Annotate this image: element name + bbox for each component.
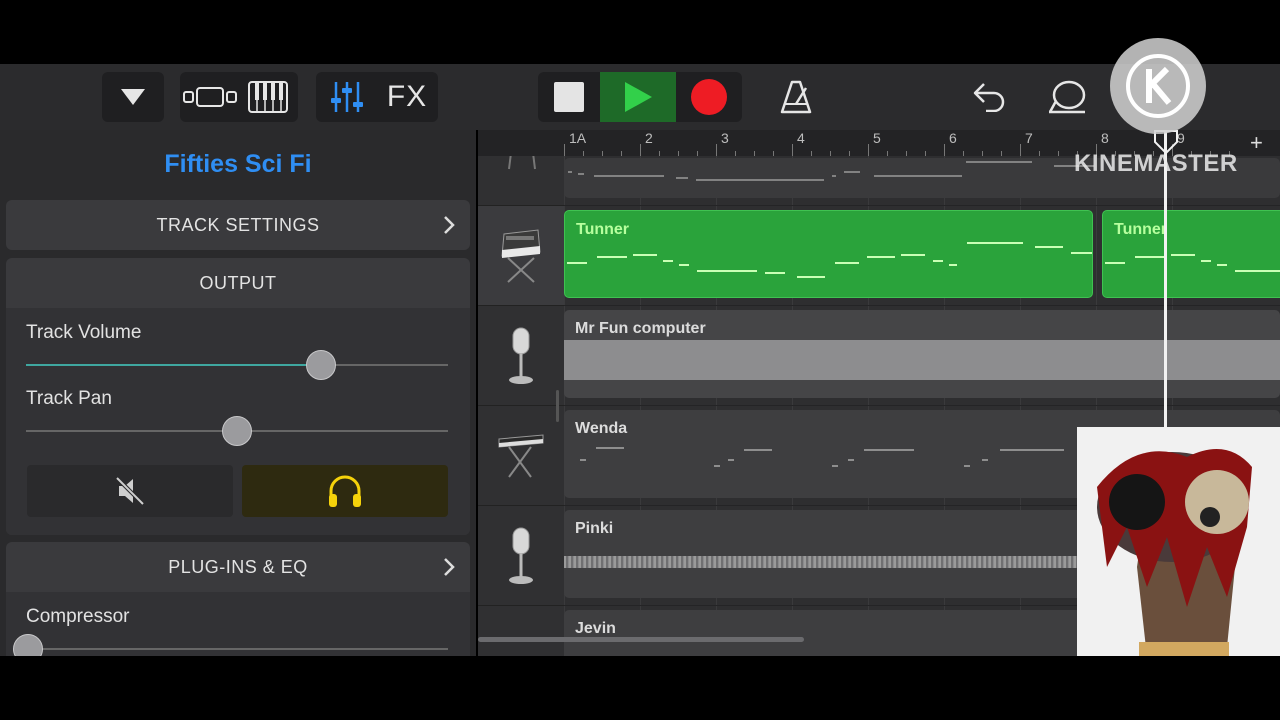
ruler-tick xyxy=(1020,144,1021,156)
track-lane-tunner[interactable]: Tunner Tunner xyxy=(564,206,1280,306)
mixer-sliders-icon xyxy=(331,82,363,112)
compressor-body: Compressor xyxy=(6,592,470,656)
audio-waveform xyxy=(564,340,1280,380)
undo-button[interactable] xyxy=(968,72,1010,122)
stop-button[interactable] xyxy=(538,72,600,122)
loop-browser-button[interactable] xyxy=(1046,72,1088,122)
track-controls-panel: Fifties Sci Fi TRACK SETTINGS OUTPUT Tra… xyxy=(0,130,476,656)
plugins-eq-section: PLUG-INS & EQ Compressor xyxy=(6,542,470,656)
loop-icon xyxy=(1048,80,1086,114)
track-pan-label: Track Pan xyxy=(26,388,112,409)
ruler-tick xyxy=(564,144,565,156)
track-lane-mr-fun-computer[interactable]: Mr Fun computer xyxy=(564,306,1280,406)
horizontal-scrollbar[interactable] xyxy=(478,637,804,642)
ruler-bar-number: 1A xyxy=(569,130,587,146)
mute-button[interactable] xyxy=(27,465,233,517)
ruler-bar-number: 4 xyxy=(797,130,805,146)
triangle-down-icon xyxy=(121,89,145,105)
ruler-tick xyxy=(792,144,793,156)
output-label: OUTPUT xyxy=(199,272,277,293)
play-button[interactable] xyxy=(600,72,676,122)
speaker-muted-icon xyxy=(115,476,145,506)
track-headers xyxy=(478,156,564,656)
midi-notes xyxy=(567,242,1092,278)
output-header: OUTPUT xyxy=(6,258,470,308)
ruler-bar-number: 2 xyxy=(645,130,653,146)
keyboard-icon xyxy=(499,641,543,657)
metronome-button[interactable] xyxy=(776,72,816,122)
track-header-jevin[interactable] xyxy=(478,606,564,656)
metronome-icon xyxy=(780,80,812,114)
ruler-bar-number: 9 xyxy=(1177,130,1185,146)
region-tunner-2[interactable]: Tunner xyxy=(1102,210,1280,298)
track-pan-knob[interactable] xyxy=(222,416,252,446)
output-body: Track Volume Track Pan xyxy=(6,308,470,535)
plugins-eq-row[interactable]: PLUG-INS & EQ xyxy=(6,542,470,592)
track-header-mr-fun-computer[interactable] xyxy=(478,306,564,406)
track-volume-fill xyxy=(26,364,322,366)
ruler-tick xyxy=(640,144,641,156)
add-section-button[interactable]: + xyxy=(1250,130,1263,156)
track-header-tunner[interactable] xyxy=(478,206,564,306)
pedal-steel-icon xyxy=(508,156,536,169)
plugins-eq-label: PLUG-INS & EQ xyxy=(168,556,308,577)
track-header-pedal-steel[interactable] xyxy=(478,156,564,206)
microphone-icon xyxy=(509,327,533,384)
track-volume-knob[interactable] xyxy=(306,350,337,380)
microphone-icon xyxy=(509,527,533,584)
compressor-knob[interactable] xyxy=(13,634,43,656)
letterbox-top xyxy=(0,0,1280,64)
tracks-view-icon xyxy=(183,87,237,107)
ruler-bar-number: 8 xyxy=(1101,130,1109,146)
synth-keyboard-icon xyxy=(501,228,541,283)
ruler-tick xyxy=(944,144,945,156)
mixer-fx-group: FX xyxy=(316,72,438,122)
track-header-wenda[interactable] xyxy=(478,406,564,506)
region-label: Mr Fun computer xyxy=(575,320,706,337)
track-header-pinki[interactable] xyxy=(478,506,564,606)
region-tunner[interactable]: Tunner xyxy=(564,210,1093,298)
my-songs-button[interactable] xyxy=(102,72,164,122)
stop-icon xyxy=(554,82,584,112)
mixer-button[interactable] xyxy=(317,72,377,122)
track-settings-label: TRACK SETTINGS xyxy=(156,214,320,235)
undo-icon xyxy=(973,83,1005,112)
piano-keyboard-button[interactable] xyxy=(239,72,297,122)
ruler-bar-number: 6 xyxy=(949,130,957,146)
view-toggle-group xyxy=(180,72,298,122)
record-button[interactable] xyxy=(676,72,742,122)
ruler-tick xyxy=(716,144,717,156)
letterbox-bottom xyxy=(0,656,1280,720)
kinemaster-watermark: KINEMASTER xyxy=(1074,150,1238,177)
play-icon xyxy=(625,82,652,112)
headphones-icon xyxy=(329,475,361,507)
record-icon xyxy=(691,79,727,115)
chevron-right-icon xyxy=(444,558,455,576)
tracks-view-button[interactable] xyxy=(181,72,239,122)
compressor-slider[interactable] xyxy=(26,648,448,650)
track-volume-label: Track Volume xyxy=(26,322,142,343)
midi-notes xyxy=(1105,254,1280,272)
control-bar: FX xyxy=(0,64,1280,130)
output-section: OUTPUT Track Volume Track Pan xyxy=(6,258,470,535)
track-name-title: Fifties Sci Fi xyxy=(164,150,312,178)
kinemaster-logo xyxy=(1110,38,1206,134)
solo-button[interactable] xyxy=(242,465,448,517)
chevron-right-icon xyxy=(444,216,455,234)
region-label: Jevin xyxy=(575,620,616,637)
ruler-bar-number: 3 xyxy=(721,130,729,146)
ruler-bar-number: 7 xyxy=(1025,130,1033,146)
piano-icon xyxy=(248,81,288,113)
vertical-scrollbar[interactable] xyxy=(556,390,559,422)
ruler-tick xyxy=(868,144,869,156)
region-mr-fun-computer[interactable]: Mr Fun computer xyxy=(564,310,1280,398)
compressor-label: Compressor xyxy=(26,606,130,627)
transport-group xyxy=(538,72,742,122)
keyboard-stand-icon xyxy=(498,433,544,478)
region-label: Pinki xyxy=(575,520,614,537)
track-settings-row[interactable]: TRACK SETTINGS xyxy=(6,200,470,250)
fx-button[interactable]: FX xyxy=(377,72,437,122)
ruler-bar-number: 5 xyxy=(873,130,881,146)
